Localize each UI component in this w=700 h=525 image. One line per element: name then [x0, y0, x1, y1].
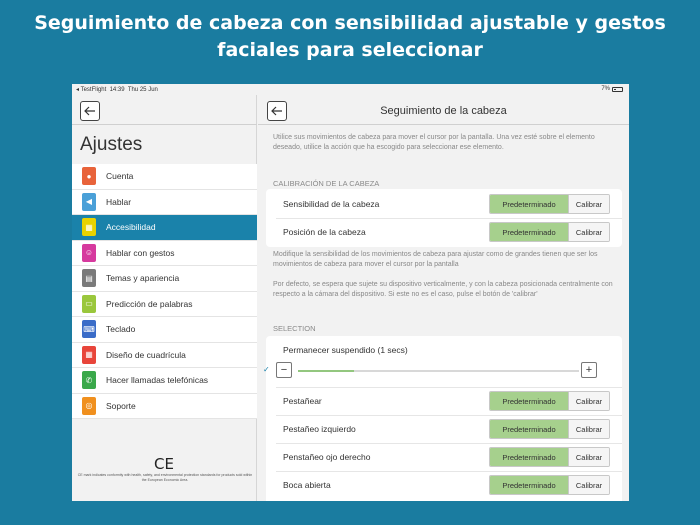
- sidebar-item-label: Accesibilidad: [106, 222, 156, 233]
- status-right: 7%: [601, 86, 623, 92]
- sidebar-item-hablar-con-gestos[interactable]: ☺ Hablar con gestos: [72, 241, 257, 266]
- sidebar-item-diseno-de-cuadricula[interactable]: ▦ Diseño de cuadrícula: [72, 343, 257, 368]
- default-option-button[interactable]: Predeterminado: [490, 392, 568, 410]
- detail-panel: Seguimiento de la cabeza Utilice sus mov…: [258, 95, 629, 501]
- setting-label: Penstañeo ojo derecho: [283, 452, 371, 462]
- sidebar-item-prediccion-de-palabras[interactable]: ▭ Predicción de palabras: [72, 292, 257, 317]
- setting-label: Posición de la cabeza: [283, 227, 366, 237]
- calibration-card: Sensibilidad de la cabeza Predeterminado C…: [266, 189, 622, 247]
- calibrate-button[interactable]: Calibrar: [568, 420, 609, 438]
- person-icon: ●: [82, 167, 96, 186]
- setting-label: Sensibilidad de la cabeza: [283, 199, 380, 209]
- status-bar: ◂ TestFlight 14:39 Thu 25 Jun 7%: [72, 84, 629, 95]
- keyboard-icon: ⌨: [82, 320, 96, 339]
- position-note: Por defecto, se espera que sujete su dis…: [273, 281, 613, 298]
- setting-label: Pestañeo izquierdo: [283, 424, 356, 434]
- default-calibrate-toggle: Predeterminado Calibrar: [489, 475, 610, 495]
- headline-line-1: Seguimiento de cabeza con sensibilidad a…: [34, 12, 666, 34]
- theme-icon: ▤: [82, 269, 96, 288]
- setting-label: Boca abierta: [283, 480, 331, 490]
- battery-icon: [612, 86, 623, 92]
- setting-row-boca-abierta: Boca abierta Predeterminado Calibrar: [266, 471, 622, 499]
- sidebar-item-label: Temas y apariencia: [106, 273, 180, 284]
- page-title: Seguimiento de la cabeza: [380, 105, 507, 117]
- phone-icon: ✆: [82, 371, 96, 390]
- default-calibrate-toggle: Predeterminado Calibrar: [489, 222, 610, 242]
- device-screen: ◂ TestFlight 14:39 Thu 25 Jun 7% Ajustes…: [72, 84, 629, 501]
- sidebar-item-label: Teclado: [106, 324, 136, 335]
- calibrate-button[interactable]: Calibrar: [568, 448, 609, 466]
- dwell-slider-fill: [298, 370, 355, 372]
- checkmark-icon: ✓: [263, 365, 270, 374]
- sidebar-item-label: Predicción de palabras: [106, 298, 193, 309]
- ce-disclaimer: CE mark indicates conformity with health…: [77, 473, 253, 482]
- default-option-button[interactable]: Predeterminado: [490, 195, 568, 213]
- calibration-header: CALIBRACIÓN DE LA CABEZA: [273, 179, 380, 188]
- sidebar-menu: ● Cuenta ◀ Hablar ▦ Accesibilidad ☺ Hablar con …: [72, 164, 257, 419]
- status-time: 14:39: [109, 87, 125, 93]
- settings-sidebar: Ajustes ● Cuenta ◀ Hablar ▦ Accesibilidad ☺ Hab…: [72, 95, 257, 501]
- arrow-left-icon: [84, 106, 95, 116]
- sidebar-item-label: Diseño de cuadrícula: [106, 349, 186, 360]
- intro-text: Utilice sus movimientos de cabeza para m…: [273, 134, 595, 151]
- sidebar-item-temas-y-apariencia[interactable]: ▤ Temas y apariencia: [72, 266, 257, 292]
- default-calibrate-toggle: Predeterminado Calibrar: [489, 194, 610, 214]
- layout-icon: ▦: [82, 345, 96, 364]
- increase-button[interactable]: +: [581, 362, 597, 378]
- sidebar-item-label: Cuenta: [106, 171, 134, 182]
- default-calibrate-toggle: Predeterminado Calibrar: [489, 419, 610, 439]
- gesture-icon: ☺: [82, 243, 96, 262]
- sidebar-item-teclado[interactable]: ⌨ Teclado: [72, 317, 257, 343]
- sidebar-item-label: Hacer llamadas telefónicas: [106, 375, 209, 386]
- sidebar-item-hacer-llamadas-telefonicas[interactable]: ✆ Hacer llamadas telefónicas: [72, 368, 257, 394]
- sidebar-item-cuenta[interactable]: ● Cuenta: [72, 164, 257, 190]
- setting-row-penstaneo-ojo-derecho: Penstañeo ojo derecho Predeterminado Calib…: [266, 443, 622, 471]
- dwell-slider[interactable]: [298, 370, 579, 372]
- setting-label: Pestañear: [283, 396, 322, 406]
- default-option-button[interactable]: Predeterminado: [490, 420, 568, 438]
- sensitivity-note: Modifique la sensibilidad de los movimie…: [273, 251, 598, 268]
- calibrate-button[interactable]: Calibrar: [568, 223, 609, 241]
- battery-percent: 7%: [601, 86, 610, 92]
- sidebar-item-hablar[interactable]: ◀ Hablar: [72, 190, 257, 215]
- sidebar-item-accesibilidad[interactable]: ▦ Accesibilidad: [72, 215, 257, 241]
- support-icon: ◎: [82, 396, 96, 415]
- setting-row-sensibilidad-de-la-cabeza: Sensibilidad de la cabeza Predeterminado C…: [266, 190, 622, 218]
- setting-row-pestaneo-izquierdo: Pestañeo izquierdo Predeterminado Calibrar: [266, 415, 622, 443]
- detail-divider: [258, 124, 629, 125]
- testflight-back-link[interactable]: ◂ TestFlight: [76, 87, 106, 93]
- headline-line-2: faciales para seleccionar: [217, 39, 483, 61]
- calibrate-button[interactable]: Calibrar: [568, 392, 609, 410]
- sidebar-back-button[interactable]: [80, 101, 100, 121]
- calibrate-button[interactable]: Calibrar: [568, 476, 609, 494]
- default-option-button[interactable]: Predeterminado: [490, 476, 568, 494]
- setting-row-posicion-de-la-cabeza: Posición de la cabeza Predeterminado Calib…: [266, 218, 622, 246]
- sidebar-item-label: Soporte: [106, 400, 136, 411]
- speaker-icon: ◀: [82, 192, 96, 211]
- selection-card: Permanecer suspendido (1 secs) ✓ − + Pes…: [263, 336, 622, 501]
- dwell-slider-row: ✓ − +: [263, 360, 622, 382]
- status-date: Thu 25 Jun: [127, 87, 158, 93]
- prediction-icon: ▭: [82, 294, 96, 313]
- default-option-button[interactable]: Predeterminado: [490, 223, 568, 241]
- grid-icon: ▦: [82, 218, 96, 237]
- default-option-button[interactable]: Predeterminado: [490, 448, 568, 466]
- calibrate-button[interactable]: Calibrar: [568, 195, 609, 213]
- dwell-label: Permanecer suspendido (1 secs): [283, 345, 408, 355]
- sidebar-item-soporte[interactable]: ◎ Soporte: [72, 394, 257, 419]
- ce-mark: CE: [154, 455, 174, 473]
- default-calibrate-toggle: Predeterminado Calibrar: [489, 447, 610, 467]
- sidebar-divider: [72, 124, 257, 125]
- sidebar-item-label: Hablar: [106, 196, 132, 207]
- status-left: ◂ TestFlight 14:39 Thu 25 Jun: [76, 86, 158, 93]
- setting-row-pestanear: Pestañear Predeterminado Calibrar: [266, 387, 622, 415]
- default-calibrate-toggle: Predeterminado Calibrar: [489, 391, 610, 411]
- sidebar-title: Ajustes: [80, 134, 143, 155]
- headline: Seguimiento de cabeza con sensibilidad a…: [0, 10, 700, 64]
- selection-header: SELECTION: [273, 324, 316, 333]
- sidebar-item-label: Hablar con gestos: [106, 247, 175, 258]
- decrease-button[interactable]: −: [276, 362, 292, 378]
